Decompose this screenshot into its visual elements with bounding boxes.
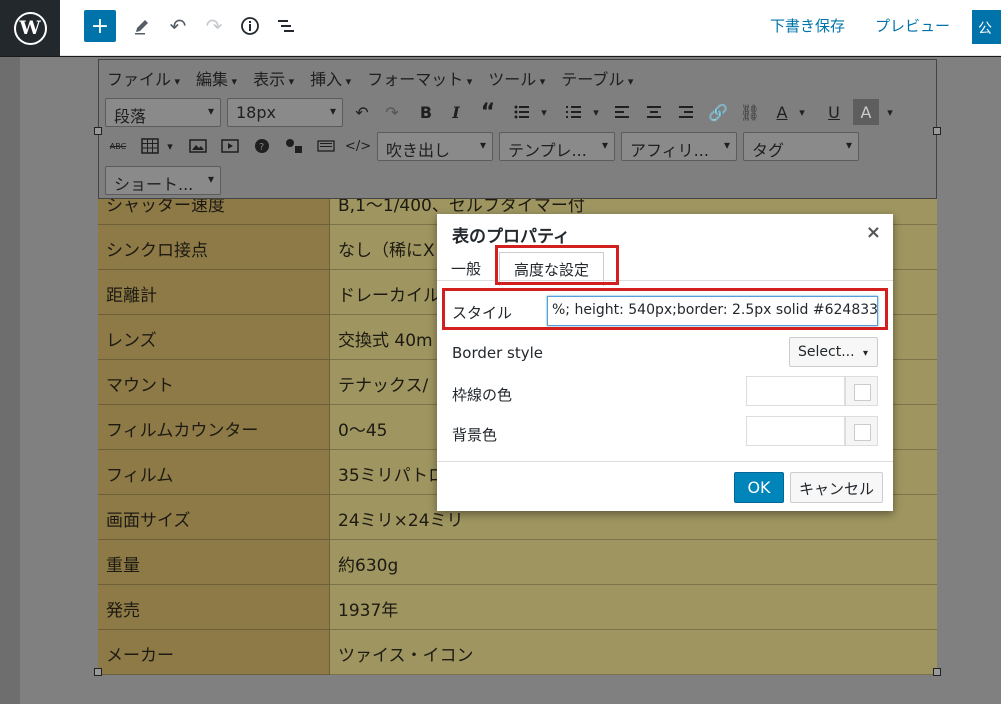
- close-icon[interactable]: ×: [866, 222, 881, 243]
- shortcode-icon[interactable]: [281, 133, 307, 159]
- highlight-box: [495, 245, 619, 285]
- menu-table[interactable]: テーブル: [561, 66, 633, 90]
- help-icon[interactable]: ?: [249, 133, 275, 159]
- unlink-icon[interactable]: ⛓: [737, 99, 763, 125]
- table-row: メーカー ツァイス・イコン: [98, 630, 937, 675]
- border-color-swatch[interactable]: [845, 376, 878, 406]
- redo-icon[interactable]: ↷: [200, 10, 228, 42]
- background-color-input[interactable]: [746, 416, 845, 446]
- table-cell-label[interactable]: フィルムカウンター: [98, 405, 330, 450]
- table-cell-value[interactable]: 約630g: [330, 540, 937, 585]
- ok-button[interactable]: OK: [734, 472, 784, 503]
- svg-text:?: ?: [259, 142, 264, 153]
- table-cell-label[interactable]: メーカー: [98, 630, 330, 675]
- align-center-icon[interactable]: [641, 99, 667, 125]
- resize-handle[interactable]: [94, 668, 102, 676]
- align-right-icon[interactable]: [673, 99, 699, 125]
- border-style-label: Border style: [452, 344, 544, 362]
- table-cell-value[interactable]: 1937年: [330, 585, 937, 630]
- menu-view[interactable]: 表示: [253, 66, 294, 90]
- editor-menubar: ファイル 編集 表示 挿入 フォーマット ツール テーブル: [107, 66, 649, 90]
- border-color-input[interactable]: [746, 376, 845, 406]
- underline-icon[interactable]: U: [821, 99, 847, 125]
- chevron-down-icon[interactable]: ▾: [583, 99, 609, 125]
- resize-handle[interactable]: [933, 127, 941, 135]
- chevron-down-icon[interactable]: ▾: [531, 99, 557, 125]
- chevron-down-icon[interactable]: ▾: [157, 133, 183, 159]
- image-icon[interactable]: [185, 133, 211, 159]
- redo-icon[interactable]: ↷: [379, 99, 405, 125]
- align-left-icon[interactable]: [609, 99, 635, 125]
- menu-edit[interactable]: 編集: [196, 66, 237, 90]
- border-style-value: Select...: [798, 344, 855, 360]
- tag-select[interactable]: タグ: [743, 132, 859, 161]
- classic-editor-toolbar: ファイル 編集 表示 挿入 フォーマット ツール テーブル 段落 18px ↶ …: [98, 59, 937, 199]
- save-draft-link[interactable]: 下書き保存: [770, 15, 845, 36]
- background-color-label: 背景色: [452, 426, 498, 444]
- table-cell-label[interactable]: 距離計: [98, 270, 330, 315]
- edit-pencil-icon[interactable]: [128, 10, 156, 42]
- table-row: 発売 1937年: [98, 585, 937, 630]
- border-color-label: 枠線の色: [452, 386, 513, 404]
- table-cell-label[interactable]: マウント: [98, 360, 330, 405]
- add-block-button[interactable]: +: [84, 10, 116, 42]
- undo-icon[interactable]: ↶: [349, 99, 375, 125]
- menu-insert[interactable]: 挿入: [310, 66, 351, 90]
- cancel-button[interactable]: キャンセル: [790, 472, 883, 503]
- table-cell-label[interactable]: 画面サイズ: [98, 495, 330, 540]
- highlight-box: [442, 288, 888, 330]
- background-color-icon[interactable]: A: [853, 99, 879, 125]
- table-cell-label[interactable]: フィルム: [98, 450, 330, 495]
- dialog-title: 表のプロパティ: [452, 227, 570, 247]
- strikethrough-icon[interactable]: ABC: [105, 133, 131, 159]
- table-cell-label[interactable]: シンクロ接点: [98, 225, 330, 270]
- resize-handle[interactable]: [933, 668, 941, 676]
- code-icon[interactable]: </>: [345, 133, 371, 159]
- table-row: 重量 約630g: [98, 540, 937, 585]
- background-color-swatch[interactable]: [845, 416, 878, 446]
- wordpress-logo-icon[interactable]: W: [0, 0, 60, 56]
- menu-tools[interactable]: ツール: [488, 66, 545, 90]
- border-style-select[interactable]: Select... ▾: [789, 337, 878, 367]
- link-icon[interactable]: 🔗: [705, 99, 731, 125]
- publish-button[interactable]: 公: [972, 10, 1001, 44]
- template-select[interactable]: テンプレ...: [499, 132, 615, 161]
- keyboard-icon[interactable]: [313, 133, 339, 159]
- chevron-down-icon: ▾: [863, 348, 869, 359]
- table-cell-value[interactable]: ツァイス・イコン: [330, 630, 937, 675]
- shortcode-select[interactable]: ショート...: [105, 166, 221, 195]
- blockquote-icon[interactable]: “: [475, 99, 501, 125]
- chevron-down-icon[interactable]: ▾: [877, 99, 903, 125]
- table-properties-dialog: 表のプロパティ × 一般 高度な設定 スタイル %; height: 540px…: [437, 214, 893, 511]
- resize-handle[interactable]: [94, 127, 102, 135]
- table-cell-label[interactable]: 発売: [98, 585, 330, 630]
- outline-list-icon[interactable]: [272, 10, 300, 42]
- dialog-footer-divider: [437, 461, 893, 462]
- undo-icon[interactable]: ↶: [164, 10, 192, 42]
- menu-format[interactable]: フォーマット: [367, 66, 472, 90]
- italic-icon[interactable]: I: [443, 99, 469, 125]
- affiliate-select[interactable]: アフィリ...: [621, 132, 737, 161]
- media-icon[interactable]: [217, 133, 243, 159]
- editor-topbar: W + ↶ ↷ 下書き保存 プレビュー 公: [0, 0, 1001, 56]
- format-select[interactable]: 段落: [105, 98, 221, 127]
- table-cell-label[interactable]: レンズ: [98, 315, 330, 360]
- balloon-select[interactable]: 吹き出し: [377, 132, 493, 161]
- info-icon[interactable]: [236, 10, 264, 42]
- table-cell-label[interactable]: 重量: [98, 540, 330, 585]
- editor-left-gutter: [0, 57, 20, 704]
- font-size-select[interactable]: 18px: [227, 98, 343, 127]
- bold-icon[interactable]: B: [413, 99, 439, 125]
- preview-link[interactable]: プレビュー: [875, 15, 950, 36]
- menu-file[interactable]: ファイル: [107, 66, 180, 90]
- chevron-down-icon[interactable]: ▾: [789, 99, 815, 125]
